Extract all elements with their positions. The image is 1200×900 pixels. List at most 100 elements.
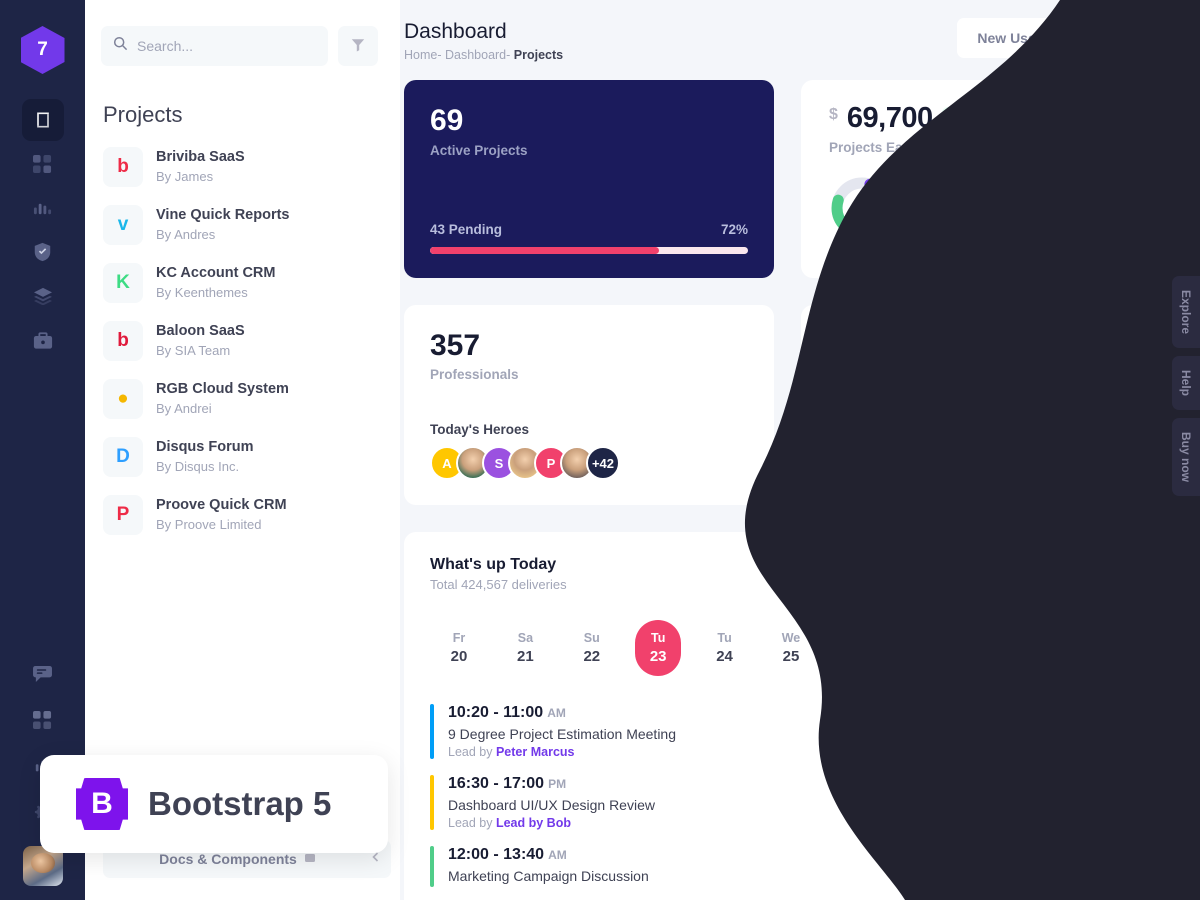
day-cell[interactable]: Fri 27: [901, 620, 947, 676]
view-button[interactable]: View: [1086, 849, 1150, 884]
list-item[interactable]: ● RGB Cloud System By Andrei: [103, 370, 400, 428]
professionals-label: Professionals: [430, 366, 519, 382]
project-text: Vine Quick Reports By Andres: [156, 206, 290, 244]
list-item[interactable]: v Vine Quick Reports By Andres: [103, 196, 400, 254]
list-item[interactable]: P Proove Quick CRM By Proove Limited: [103, 486, 400, 544]
list-item[interactable]: b Briviba SaaS By James: [103, 138, 400, 196]
search-input[interactable]: [137, 38, 316, 54]
filter-icon: [351, 38, 365, 55]
side-tab-buy-now[interactable]: Buy now: [1172, 418, 1200, 497]
project-name: Baloon SaaS: [156, 323, 245, 340]
side-tab-explore[interactable]: Explore: [1172, 276, 1200, 349]
new-goal-button[interactable]: New Goal: [1071, 18, 1175, 58]
breadcrumb-item[interactable]: Home-: [404, 48, 445, 62]
currency-symbol: $: [829, 106, 838, 124]
side-tab-help[interactable]: Help: [1172, 356, 1200, 411]
professionals-card[interactable]: 357 Professionals Today's Heroes A S P +42: [404, 305, 774, 506]
avatar[interactable]: +42: [586, 446, 620, 481]
grid-icon: [33, 154, 52, 174]
rail-item-briefcase[interactable]: [22, 319, 64, 361]
search-box[interactable]: [101, 26, 328, 66]
project-text: KC Account CRM By Keenthemes: [156, 264, 275, 302]
rail-item-analytics[interactable]: [22, 187, 64, 229]
day-of-week: Sa: [982, 631, 998, 646]
bootstrap-promo-badge[interactable]: B Bootstrap 5: [40, 755, 388, 853]
event-lead-person[interactable]: Lead by Bob: [496, 816, 571, 830]
day-cell[interactable]: Tu 24: [702, 620, 748, 676]
event-row: 16:30 - 17:00 PM Dashboard UI/UX Design Re…: [430, 773, 1150, 844]
list-item[interactable]: D Disqus Forum By Disqus Inc.: [103, 428, 400, 486]
project-text: RGB Cloud System By Andrei: [156, 380, 289, 418]
bootstrap-promo-text: Bootstrap 5: [148, 785, 332, 822]
day-cell[interactable]: Mo 30: [1100, 620, 1146, 676]
bootstrap-logo-letter: B: [91, 787, 113, 820]
rail-item-security[interactable]: [22, 231, 64, 273]
project-name: RGB Cloud System: [156, 381, 289, 398]
shield-check-icon: [33, 242, 52, 262]
earnings-label: Projects Earnings in April: [829, 140, 994, 156]
day-of-week: Su: [583, 631, 600, 646]
event-row: 10:20 - 11:00 AM 9 Degree Project Estimati…: [430, 702, 1150, 773]
event-lead-person[interactable]: Peter Marcus: [496, 745, 575, 759]
day-cell[interactable]: Th 26: [834, 620, 880, 676]
project-author: By Andrei: [156, 400, 212, 416]
pending-label: 43 Pending: [430, 222, 503, 238]
view-button[interactable]: View: [1086, 714, 1150, 749]
rail-item-grid-bottom[interactable]: [22, 699, 64, 741]
day-cell[interactable]: Sa 28: [967, 620, 1013, 676]
rail-nav-list: [21, 98, 64, 362]
rail-item-chat[interactable]: [22, 653, 64, 695]
highlight-label: Avg. Client Rating: [829, 379, 941, 396]
table-row: Avg. Client Rating ↗ 7.8/10: [829, 367, 1150, 407]
highlights-rows: Avg. Client Rating ↗ 7.8/10 Avg. Quotes ↙ 730…: [829, 367, 1150, 489]
new-user-button[interactable]: New User: [957, 18, 1062, 58]
event-color-bar: [430, 775, 434, 831]
heroes-label: Today's Heroes: [430, 422, 529, 438]
day-number: 27: [915, 648, 933, 666]
project-author: By Proove Limited: [156, 516, 262, 532]
list-item[interactable]: b Baloon SaaS By SIA Team: [103, 312, 400, 370]
project-text: Baloon SaaS By SIA Team: [156, 322, 245, 360]
view-button[interactable]: View: [1086, 785, 1150, 820]
filter-button[interactable]: [338, 26, 378, 66]
day-cell-active[interactable]: Tu 23: [635, 620, 682, 677]
active-projects-head: 69 Active Projects: [430, 105, 748, 158]
day-number: 29: [1048, 648, 1065, 666]
project-logo-icon: K: [103, 263, 143, 303]
project-author: By Disqus Inc.: [156, 458, 240, 474]
breadcrumb-item[interactable]: Projects: [514, 48, 563, 62]
day-cell[interactable]: Sa 21: [502, 620, 548, 676]
project-author: By SIA Team: [156, 342, 231, 358]
earnings-body: Leaf CRM $7,660 Mivy App $2,820 Others $45,25…: [829, 175, 1152, 246]
legend-row: Mivy App $2,820: [917, 203, 1152, 218]
day-of-week: Tu: [651, 631, 666, 646]
highlight-suffix: /10: [1129, 379, 1150, 396]
today-subtitle: Total 424,567 deliveries: [430, 577, 567, 593]
rail-item-layers[interactable]: [22, 275, 64, 317]
project-logo-icon: D: [103, 437, 143, 477]
event-name: Dashboard UI/UX Design Review: [448, 797, 655, 814]
trend-arrow-icon: ↙: [1099, 420, 1112, 438]
day-cell[interactable]: We 25: [768, 620, 814, 676]
highlights-card[interactable]: Highlights Avg. Client Rating ↗ 7.8/10 Avg.…: [801, 305, 1176, 506]
report-center-button[interactable]: Report Cecnter: [1026, 556, 1150, 593]
day-cell[interactable]: Fr 20: [436, 620, 482, 676]
earnings-card[interactable]: $ 69,700 ↗ 2.2% Projects Earnings in Apr…: [801, 80, 1176, 279]
rail-item-cube[interactable]: [21, 99, 64, 141]
topbar-actions: New User New Goal: [957, 18, 1175, 58]
active-projects-card[interactable]: 69 Active Projects 43 Pending 72%: [404, 80, 774, 279]
donut-chart: [829, 175, 895, 246]
day-selector: Fr 20 Sa 21 Su 22 Tu 23 Tu 24 We 25 Th 26 Fri 27 Sa 28 Su 2…: [436, 620, 1146, 677]
earnings-legend: Leaf CRM $7,660 Mivy App $2,820 Others $45,25…: [917, 178, 1152, 243]
progress-fill: [430, 247, 659, 255]
project-logo-icon: v: [103, 205, 143, 245]
day-cell[interactable]: Su 22: [569, 620, 615, 676]
app-logo[interactable]: 7: [20, 26, 65, 74]
breadcrumb-item[interactable]: Dashboard-: [445, 48, 514, 62]
project-logo-icon: b: [103, 321, 143, 361]
layers-icon: [33, 287, 53, 305]
day-cell[interactable]: Su 29: [1034, 620, 1080, 676]
list-item[interactable]: K KC Account CRM By Keenthemes: [103, 254, 400, 312]
rail-item-grid[interactable]: [22, 143, 64, 185]
project-logo-icon: ●: [103, 379, 143, 419]
